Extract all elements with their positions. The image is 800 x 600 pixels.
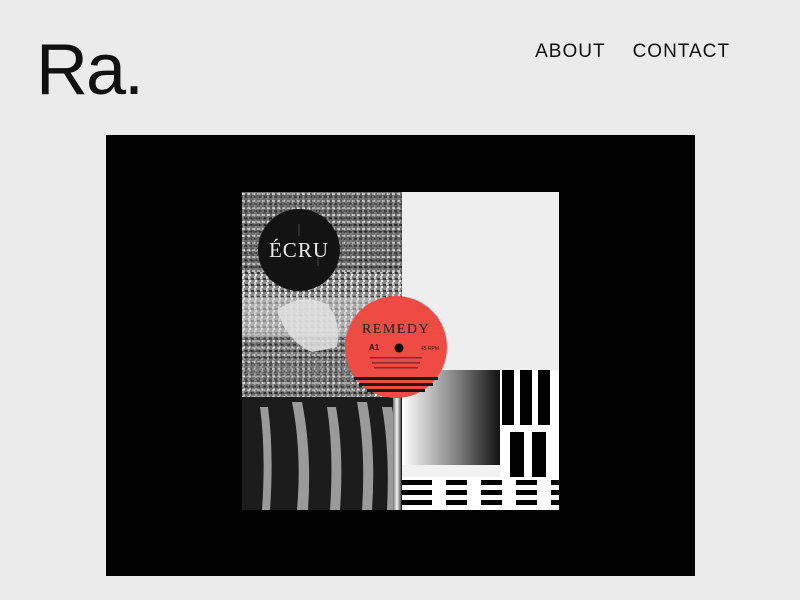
album-cover-artwork: ÉCRU REMEDY A1 45 RPM [242, 192, 559, 510]
ecru-badge: ÉCRU [258, 209, 340, 291]
nav-contact-link[interactable]: CONTACT [633, 41, 730, 63]
site-logo[interactable]: Ra. [36, 34, 144, 106]
record-side: A1 [369, 343, 380, 352]
ecru-badge-text: ÉCRU [269, 238, 329, 262]
nav-about-link[interactable]: ABOUT [535, 41, 605, 63]
record-title: REMEDY [362, 322, 430, 337]
main-nav: ABOUT CONTACT [535, 41, 730, 63]
remedy-record-label: REMEDY A1 45 RPM [345, 296, 447, 398]
record-speed: 45 RPM [421, 346, 439, 352]
hero-image-panel[interactable]: ÉCRU REMEDY A1 45 RPM [106, 135, 695, 576]
album-cover-collage: ÉCRU REMEDY A1 45 RPM [242, 192, 559, 510]
